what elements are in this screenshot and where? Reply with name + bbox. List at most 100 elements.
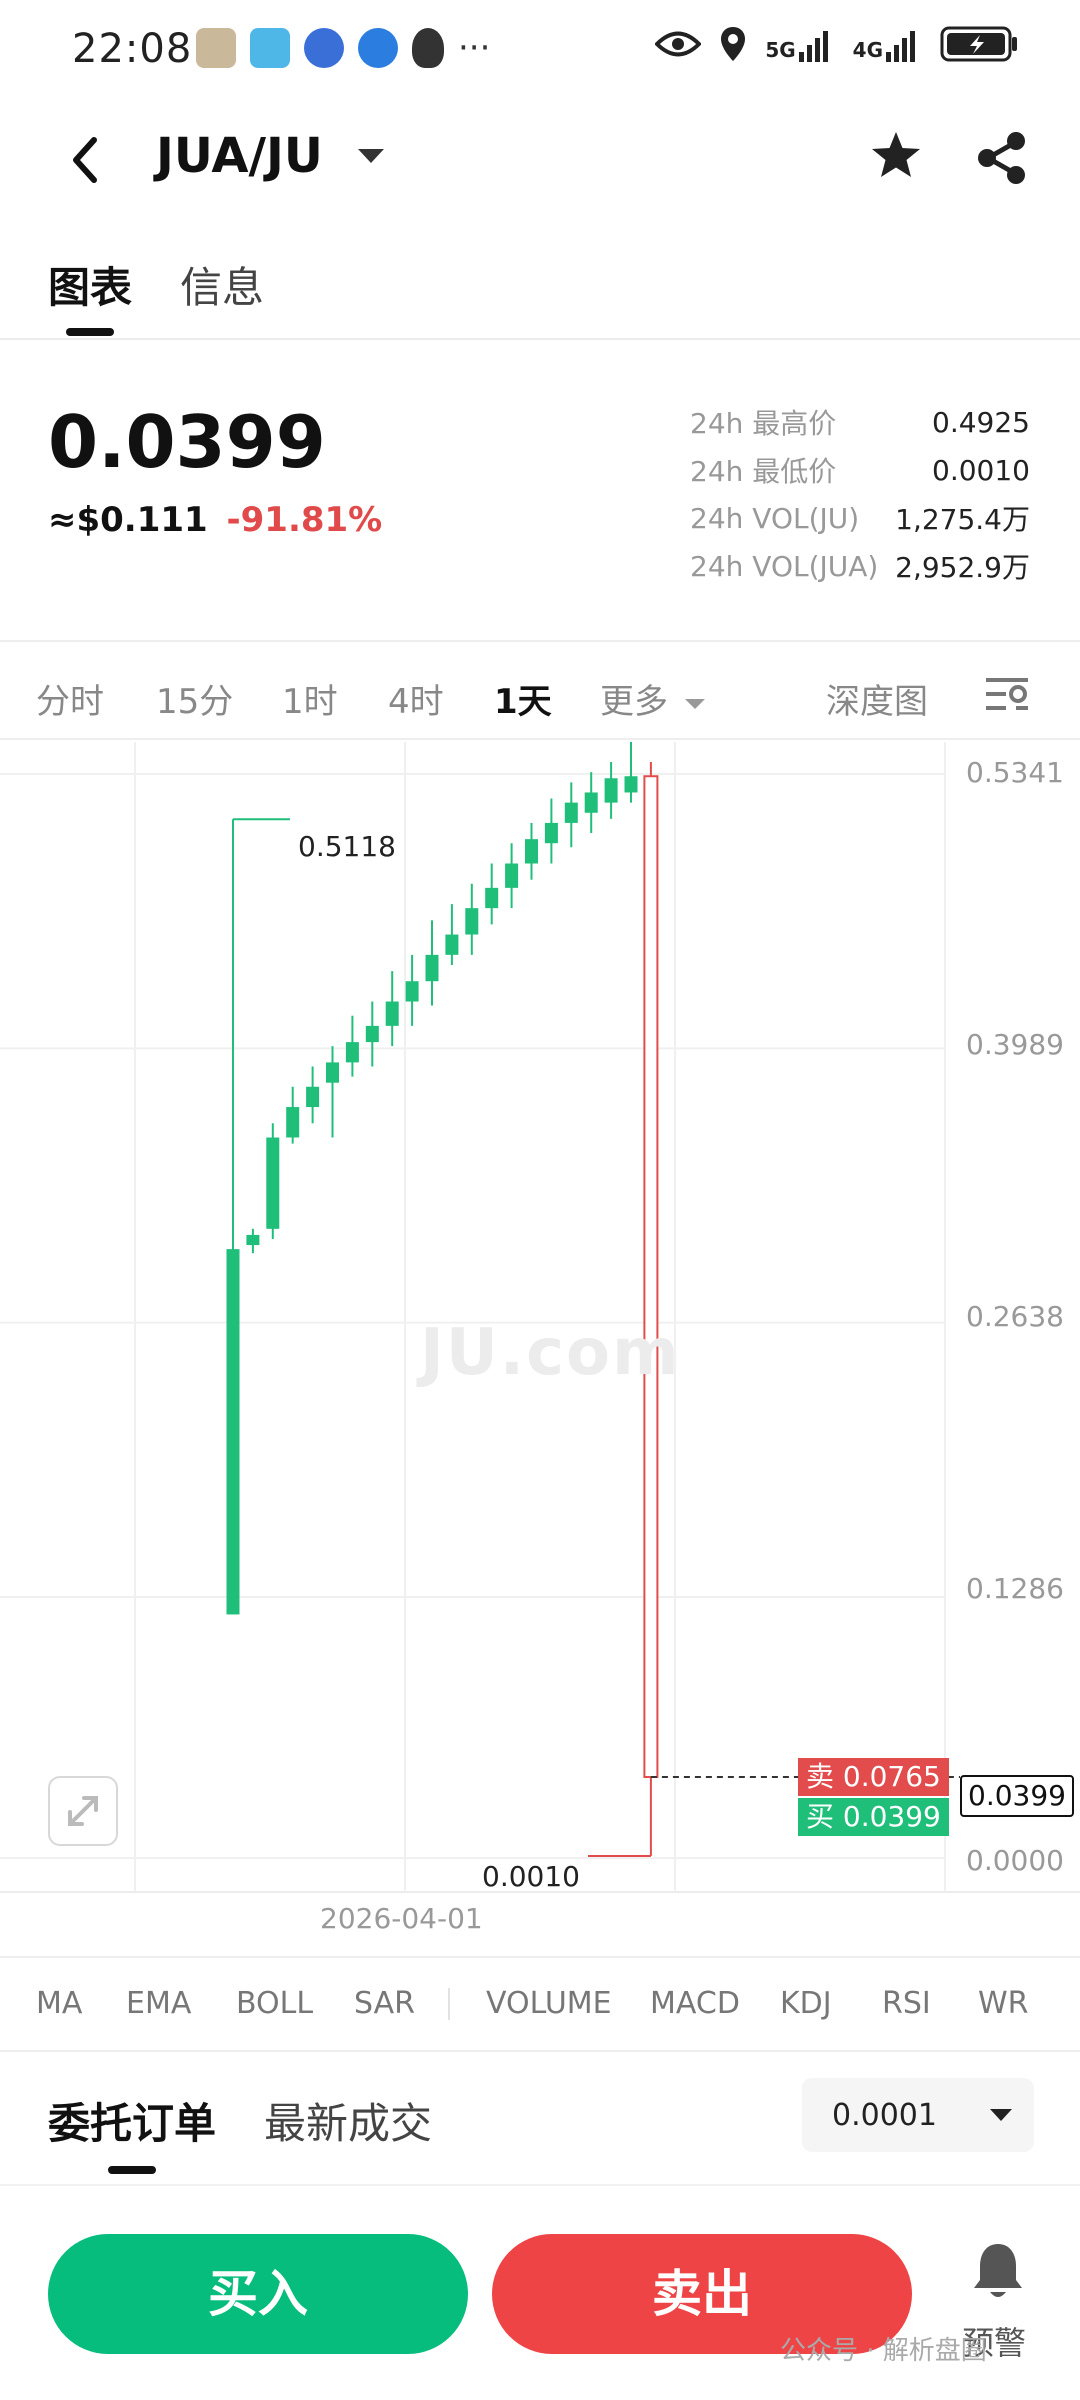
candle-body [365,1025,379,1043]
status-bar: 22:08 ··· 5G 4G [0,0,1080,100]
indicator-boll[interactable]: BOLL [236,1986,313,2021]
candle-body [226,1249,240,1615]
candle-body [643,775,659,1779]
indicator-macd[interactable]: MACD [650,1986,740,2021]
candle-body [465,908,479,935]
candle-body [246,1234,260,1246]
bell-icon [974,2244,1022,2297]
share-icon[interactable] [972,128,1032,188]
caret-down-icon [990,2109,1012,2121]
change-percent: -91.81% [226,500,383,540]
candle-group [226,742,659,1856]
usd-line: ≈$0.111 -91.81% [48,500,382,540]
indicator-ema[interactable]: EMA [126,1986,191,2021]
candle-body [345,1042,359,1063]
x-axis-date-label: 2026-04-01 [320,1902,483,1935]
tab-chart[interactable]: 图表 [48,254,132,315]
back-arrow-icon[interactable] [60,130,110,190]
pair-title[interactable]: JUA/JU [156,128,323,184]
exchange-watermark: JU.com [420,1316,681,1390]
signal-4g: 4G [853,26,922,62]
interval-1h[interactable]: 1时 [282,674,338,723]
candle-body [584,792,598,813]
price-axis-label: 0.2638 [966,1300,1064,1333]
price-axis-label: 0.3989 [966,1028,1064,1061]
tab-latest-trades[interactable]: 最新成交 [264,2090,432,2151]
chart-settings-icon[interactable] [982,672,1032,716]
interval-1d[interactable]: 1天 [494,674,552,723]
tab-info[interactable]: 信息 [180,254,264,315]
indicator-rsi[interactable]: RSI [882,1986,931,2021]
interval-more[interactable]: 更多 [600,674,707,723]
fullscreen-button[interactable] [48,1776,118,1846]
precision-select[interactable]: 0.0001 [802,2078,1034,2152]
signal-5g: 5G [765,26,834,62]
status-time: 22:08 [72,26,193,72]
buy-button[interactable]: 买入 [48,2234,468,2354]
stat-row: 24h 最低价 0.0010 [690,446,1030,494]
indicator-ma[interactable]: MA [36,1986,82,2021]
location-icon [721,27,746,61]
stat-value: 0.4925 [932,405,1030,439]
candle-body [306,1086,320,1108]
candle-body [385,1001,399,1026]
candle-body [445,934,459,955]
candle-body [604,778,618,803]
stat-label: 24h VOL(JU) [690,501,860,535]
stats-panel: 24h 最高价 0.4925 24h 最低价 0.0010 24h VOL(JU… [690,398,1030,590]
depth-chart-button[interactable]: 深度图 [826,674,928,723]
high-marker-label: 0.5118 [298,830,396,863]
candle-body [624,776,638,793]
indicator-wr[interactable]: WR [978,1986,1029,2021]
stat-label: 24h 最低价 [690,455,837,488]
stat-value: 2,952.9万 [895,551,1030,584]
eye-icon [655,31,702,57]
active-tab-indicator [108,2166,156,2174]
signal-bars-icon [886,31,915,62]
indicator-volume[interactable]: VOLUME [486,1986,612,2021]
active-tab-indicator [66,328,114,336]
candlestick-chart[interactable]: JU.com 0.5341 0.3989 0.2638 0.1286 0.000… [0,742,1080,1942]
interval-4h[interactable]: 4时 [388,674,444,723]
stat-value: 0.0010 [932,453,1030,487]
candle-body [266,1137,280,1229]
indicator-divider [448,1988,450,2020]
order-tabs: 委托订单 最新成交 0.0001 [0,2052,1080,2180]
candle-body [425,954,439,982]
price-axis-label: 0.5341 [966,756,1064,789]
indicator-sar[interactable]: SAR [354,1986,415,2021]
best-bid-tag: 买 0.0399 [798,1798,949,1836]
qq-penguin-icon [412,28,444,68]
low-marker-label: 0.0010 [482,1860,580,1893]
candle-body [505,863,519,888]
candle-body [564,802,578,823]
network-5g-label: 5G [765,38,796,62]
caret-down-icon [684,698,705,709]
candle-body [405,981,419,1002]
interval-15m[interactable]: 15分 [156,674,233,723]
indicator-bar: MA EMA BOLL SAR VOLUME MACD KDJ RSI WR [0,1956,1080,2052]
link-app-icon [358,28,398,68]
more-notifications-icon: ··· [458,28,491,68]
price-axis-label: 0.1286 [966,1572,1064,1605]
current-price-tag: 0.0399 [960,1775,1074,1817]
candle-body [485,887,499,909]
stat-label: 24h 最高价 [690,407,837,440]
candle-body [326,1062,339,1083]
caret-down-icon[interactable] [356,146,386,166]
network-4g-label: 4G [852,38,883,62]
tab-open-orders[interactable]: 委托订单 [48,2090,216,2151]
top-tabs: 图表 信息 [0,236,1080,340]
price-section: 0.0399 ≈$0.111 -91.81% 24h 最高价 0.4925 24… [0,340,1080,640]
interval-timeline[interactable]: 分时 [36,674,104,723]
indicator-kdj[interactable]: KDJ [780,1986,832,2021]
candle-body [286,1107,300,1138]
price-axis-label: 0.0000 [966,1844,1064,1877]
signal-bars-icon [798,31,828,62]
stat-value: 1,275.4万 [895,503,1030,536]
header: JUA/JU [0,100,1080,220]
photo-notification-icon [196,28,236,68]
stat-row: 24h 最高价 0.4925 [690,398,1030,446]
last-price: 0.0399 [48,400,326,484]
star-icon[interactable] [866,126,926,186]
